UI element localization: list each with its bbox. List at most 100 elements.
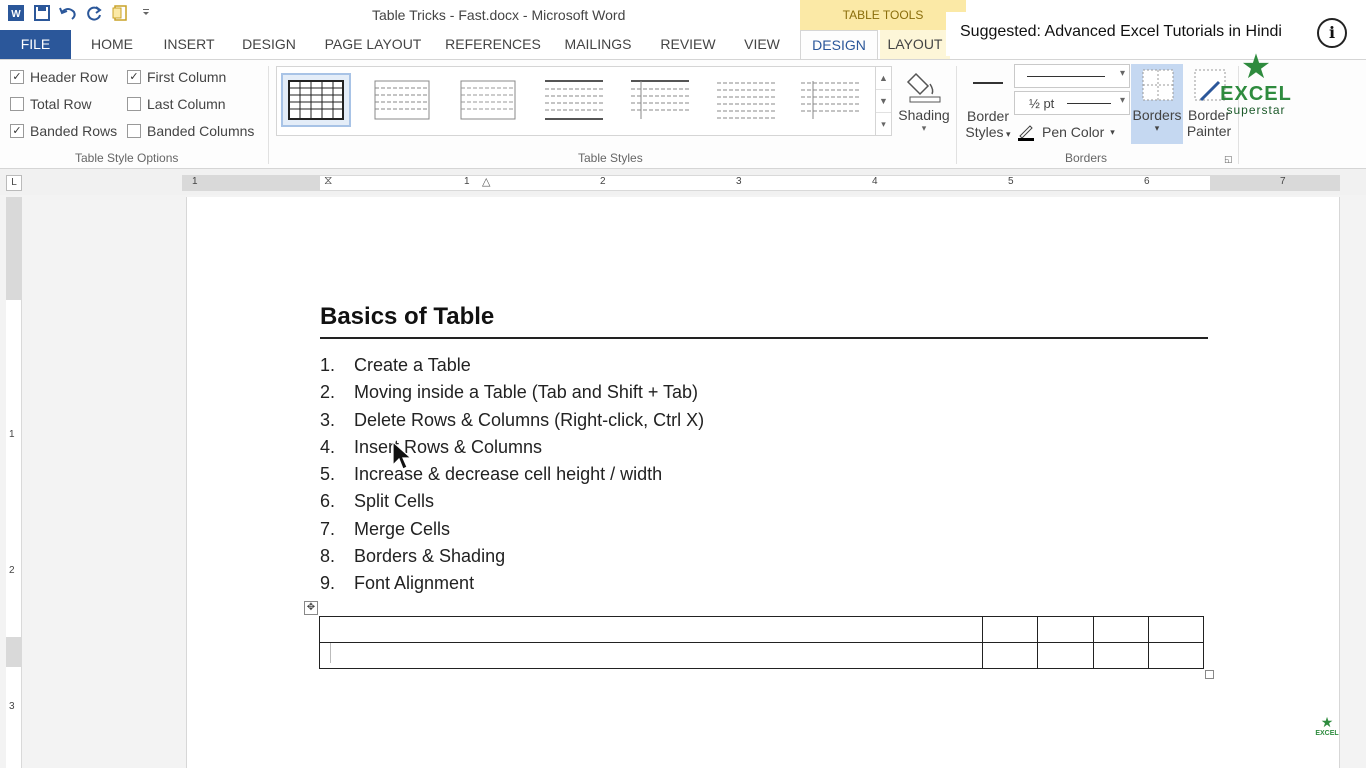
borders-button[interactable]: Borders ▾ — [1131, 64, 1183, 144]
last-column-option[interactable]: Last Column — [127, 96, 226, 112]
tab-table-layout[interactable]: LAYOUT — [880, 30, 950, 59]
tab-selector[interactable]: L — [6, 175, 22, 191]
border-styles-button[interactable]: Border Styles ▾ — [962, 82, 1014, 140]
document-table — [319, 616, 1205, 669]
shading-dropdown-icon[interactable]: ▾ — [896, 123, 952, 134]
table-style-2[interactable] — [367, 73, 437, 127]
shading-label: Shading — [898, 107, 950, 123]
group-separator — [956, 66, 957, 164]
pen-color-dropdown-icon: ▾ — [1110, 126, 1115, 137]
save-icon[interactable] — [32, 3, 52, 23]
table-style-3[interactable] — [453, 73, 523, 127]
table-resize-handle[interactable] — [1205, 670, 1214, 679]
total-row-option[interactable]: Total Row — [10, 96, 91, 112]
header-row-label: Header Row — [30, 69, 108, 85]
line-style-dropdown[interactable]: ▾ — [1014, 64, 1130, 88]
table-cell[interactable] — [981, 642, 1039, 669]
first-column-checkbox[interactable]: ✓ — [127, 70, 141, 84]
line-style-preview — [1027, 76, 1105, 77]
vruler-number: 1 — [9, 429, 15, 440]
table-cell[interactable] — [1037, 616, 1094, 643]
table-cell[interactable] — [1147, 642, 1205, 669]
pen-color-icon — [1018, 125, 1034, 141]
banded-rows-option[interactable]: ✓ Banded Rows — [10, 123, 117, 139]
dialog-launcher-icon[interactable]: ◱ — [1224, 154, 1233, 165]
redo-icon[interactable] — [84, 3, 104, 23]
table-cell[interactable] — [1147, 616, 1205, 643]
tab-table-design[interactable]: DESIGN — [800, 30, 878, 59]
line-weight-dropdown[interactable]: ½ pt ▾ — [1014, 91, 1130, 115]
banded-columns-checkbox[interactable] — [127, 124, 141, 138]
gallery-more-icon[interactable]: ▾ — [876, 113, 891, 135]
shading-button[interactable]: Shading ▾ — [896, 66, 952, 134]
table-cell[interactable] — [319, 616, 983, 643]
ruler-number: 1 — [192, 176, 198, 187]
first-column-label: First Column — [147, 69, 227, 85]
horizontal-ruler[interactable]: 1 1 2 3 4 5 6 7 ⧖ △ — [182, 173, 1340, 191]
banded-rows-checkbox[interactable]: ✓ — [10, 124, 24, 138]
table-cell[interactable] — [319, 642, 983, 669]
customize-qat-icon[interactable] — [136, 3, 156, 23]
info-icon[interactable]: i — [1317, 18, 1347, 48]
table-style-7[interactable] — [795, 73, 865, 127]
group-separator — [268, 66, 269, 164]
banded-rows-label: Banded Rows — [30, 123, 118, 139]
pen-color-button[interactable]: Pen Color ▾ — [1016, 122, 1115, 142]
suggested-video-card[interactable]: Suggested: Advanced Excel Tutorials in H… — [946, 12, 1366, 56]
tab-insert[interactable]: INSERT — [155, 30, 223, 59]
tab-view[interactable]: VIEW — [733, 30, 791, 59]
vertical-ruler[interactable]: 1 2 3 — [6, 197, 22, 768]
new-doc-icon[interactable] — [110, 3, 130, 23]
list-number: 1. — [320, 355, 336, 375]
tab-home[interactable]: HOME — [78, 30, 146, 59]
gallery-up-icon[interactable]: ▲ — [876, 67, 891, 90]
gallery-scrollbar[interactable]: ▲ ▼ ▾ — [875, 67, 891, 135]
hanging-indent-icon[interactable]: △ — [482, 175, 490, 188]
header-row-checkbox[interactable]: ✓ — [10, 70, 24, 84]
table-cell[interactable] — [981, 616, 1039, 643]
vruler-number: 2 — [9, 565, 15, 576]
first-column-option[interactable]: ✓ First Column — [127, 69, 226, 85]
table-style-6[interactable] — [711, 73, 781, 127]
tab-design[interactable]: DESIGN — [233, 30, 305, 59]
ribbon: ✓ Header Row ✓ First Column Total Row La… — [0, 59, 1366, 169]
tab-review[interactable]: REVIEW — [654, 30, 722, 59]
tab-file[interactable]: FILE — [0, 30, 71, 59]
table-cell[interactable] — [1037, 642, 1094, 669]
tab-mailings[interactable]: MAILINGS — [556, 30, 640, 59]
undo-icon[interactable] — [58, 3, 78, 23]
table-move-handle-icon[interactable]: ✥ — [304, 601, 318, 615]
paint-bucket-icon — [906, 72, 941, 103]
list-text: Borders & Shading — [354, 546, 506, 567]
table-cell[interactable] — [1092, 616, 1149, 643]
suggested-video-text[interactable]: Suggested: Advanced Excel Tutorials in H… — [960, 23, 1282, 41]
table-cell[interactable] — [1092, 642, 1149, 669]
document-heading[interactable]: Basics of Table — [320, 303, 494, 331]
borders-dropdown-icon[interactable]: ▾ — [1131, 123, 1183, 134]
ruler-number: 1 — [464, 176, 470, 187]
table-styles-group-label: Table Styles — [578, 151, 643, 165]
table-tools-label: TABLE TOOLS — [800, 0, 966, 30]
ruler-number: 6 — [1144, 176, 1150, 187]
list-text: Font Alignment — [354, 573, 475, 594]
list-number: 4. — [320, 436, 336, 457]
tab-references[interactable]: REFERENCES — [445, 30, 541, 59]
line-weight-preview — [1067, 103, 1111, 104]
last-column-checkbox[interactable] — [127, 97, 141, 111]
banded-columns-option[interactable]: Banded Columns — [127, 123, 254, 139]
list-text: Moving inside a Table (Tab and Shift + T… — [354, 382, 699, 403]
word-logo-icon[interactable]: W — [6, 3, 26, 23]
logo-text-superstar: superstar — [1226, 103, 1286, 117]
gallery-down-icon[interactable]: ▼ — [876, 90, 891, 113]
table-style-4[interactable] — [539, 73, 609, 127]
header-row-option[interactable]: ✓ Header Row — [10, 69, 108, 85]
indent-marker-icon[interactable]: ⧖ — [324, 173, 332, 188]
borders-label: Borders — [1132, 107, 1182, 123]
list-number: 3. — [320, 409, 336, 430]
tab-page-layout[interactable]: PAGE LAYOUT — [318, 30, 428, 59]
star-icon: ★ — [1240, 48, 1272, 86]
total-row-checkbox[interactable] — [10, 97, 24, 111]
table-style-plain-grid[interactable] — [281, 73, 351, 127]
table-style-5[interactable] — [625, 73, 695, 127]
heading-underline — [320, 337, 1208, 339]
